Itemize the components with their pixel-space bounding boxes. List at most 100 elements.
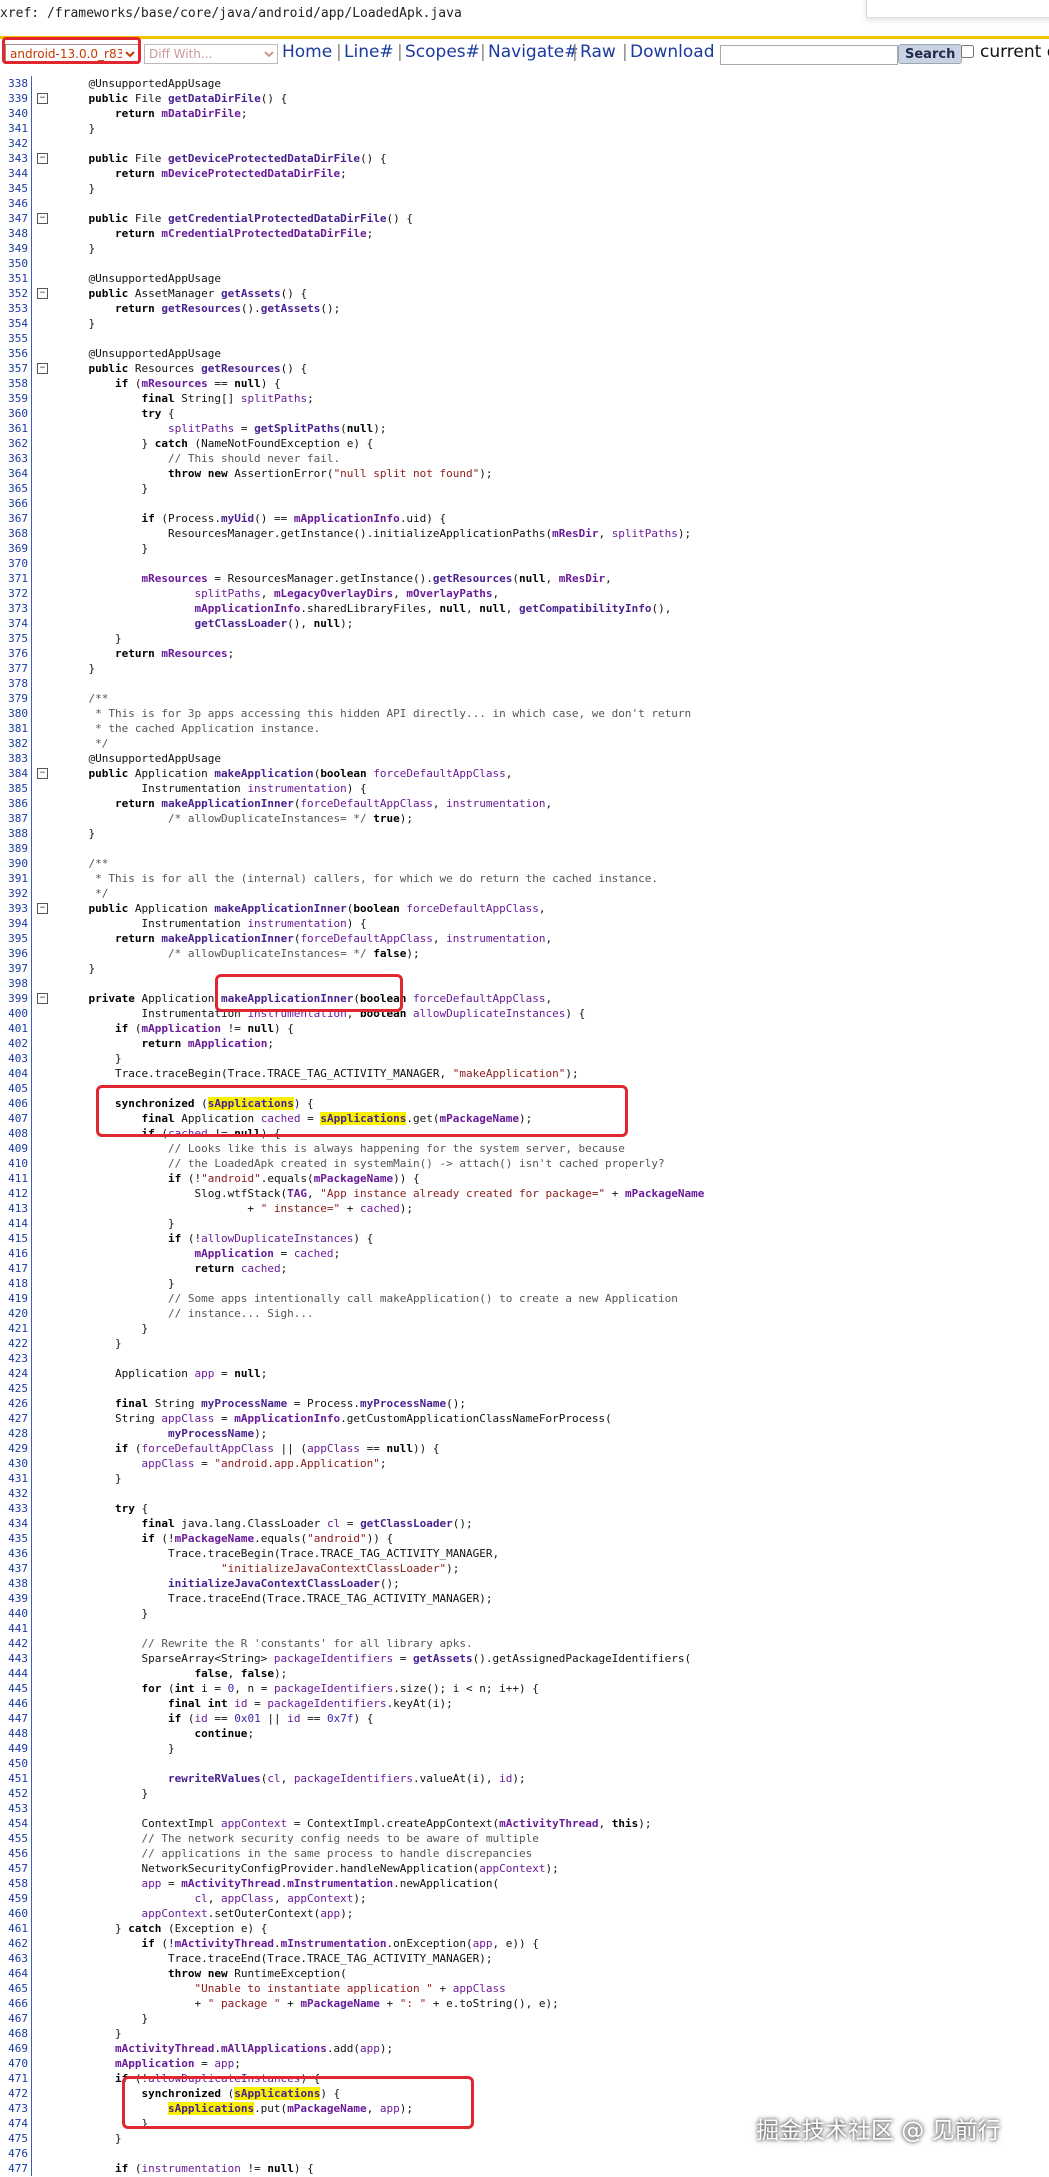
line-number[interactable]: 417	[0, 1261, 28, 1276]
line-number[interactable]: 374	[0, 616, 28, 631]
line-number[interactable]: 377	[0, 661, 28, 676]
line-number[interactable]: 462	[0, 1936, 28, 1951]
line-number[interactable]: 410	[0, 1156, 28, 1171]
line-number[interactable]: 421	[0, 1321, 28, 1336]
nav-link-raw[interactable]: Raw	[580, 42, 616, 62]
line-number[interactable]: 459	[0, 1891, 28, 1906]
line-number[interactable]: 383	[0, 751, 28, 766]
line-number[interactable]: 358	[0, 376, 28, 391]
line-number[interactable]: 369	[0, 541, 28, 556]
line-number[interactable]: 393	[0, 901, 28, 916]
line-number[interactable]: 367	[0, 511, 28, 526]
diff-with-select[interactable]: Diff With...	[144, 44, 278, 64]
line-number[interactable]: 454	[0, 1816, 28, 1831]
line-number[interactable]: 375	[0, 631, 28, 646]
line-number[interactable]: 425	[0, 1381, 28, 1396]
line-number[interactable]: 404	[0, 1066, 28, 1081]
line-number[interactable]: 422	[0, 1336, 28, 1351]
line-number[interactable]: 452	[0, 1786, 28, 1801]
line-number[interactable]: 338	[0, 76, 28, 91]
line-number[interactable]: 406	[0, 1096, 28, 1111]
line-number[interactable]: 390	[0, 856, 28, 871]
line-number[interactable]: 380	[0, 706, 28, 721]
line-number[interactable]: 342	[0, 136, 28, 151]
line-number[interactable]: 389	[0, 841, 28, 856]
line-number[interactable]: 416	[0, 1246, 28, 1261]
nav-link-navigate[interactable]: Navigate#	[488, 42, 579, 62]
line-number[interactable]: 470	[0, 2056, 28, 2071]
line-number[interactable]: 477	[0, 2161, 28, 2176]
line-number[interactable]: 340	[0, 106, 28, 121]
search-input[interactable]	[720, 45, 898, 65]
nav-link-home[interactable]: Home	[282, 42, 332, 62]
line-number[interactable]: 382	[0, 736, 28, 751]
line-number[interactable]: 458	[0, 1876, 28, 1891]
line-number[interactable]: 428	[0, 1426, 28, 1441]
line-number[interactable]: 392	[0, 886, 28, 901]
line-number[interactable]: 353	[0, 301, 28, 316]
line-number[interactable]: 423	[0, 1351, 28, 1366]
line-number[interactable]: 427	[0, 1411, 28, 1426]
line-number[interactable]: 430	[0, 1456, 28, 1471]
line-number[interactable]: 355	[0, 331, 28, 346]
line-number[interactable]: 341	[0, 121, 28, 136]
line-number[interactable]: 379	[0, 691, 28, 706]
line-number[interactable]: 444	[0, 1666, 28, 1681]
line-number[interactable]: 411	[0, 1171, 28, 1186]
line-number[interactable]: 420	[0, 1306, 28, 1321]
line-number[interactable]: 395	[0, 931, 28, 946]
line-number[interactable]: 403	[0, 1051, 28, 1066]
line-number[interactable]: 473	[0, 2101, 28, 2116]
line-number[interactable]: 418	[0, 1276, 28, 1291]
line-number[interactable]: 442	[0, 1636, 28, 1651]
line-number[interactable]: 402	[0, 1036, 28, 1051]
line-number[interactable]: 476	[0, 2146, 28, 2161]
line-number[interactable]: 429	[0, 1441, 28, 1456]
line-number[interactable]: 349	[0, 241, 28, 256]
search-button[interactable]: Search	[898, 44, 963, 64]
line-number[interactable]: 385	[0, 781, 28, 796]
line-number[interactable]: 471	[0, 2071, 28, 2086]
line-number[interactable]: 339	[0, 91, 28, 106]
line-number[interactable]: 396	[0, 946, 28, 961]
line-number[interactable]: 440	[0, 1606, 28, 1621]
line-number[interactable]: 443	[0, 1651, 28, 1666]
line-number[interactable]: 457	[0, 1861, 28, 1876]
line-number[interactable]: 426	[0, 1396, 28, 1411]
line-number[interactable]: 469	[0, 2041, 28, 2056]
line-number[interactable]: 414	[0, 1216, 28, 1231]
line-number[interactable]: 343	[0, 151, 28, 166]
line-number[interactable]: 365	[0, 481, 28, 496]
line-number[interactable]: 446	[0, 1696, 28, 1711]
nav-link-scopes[interactable]: Scopes#	[405, 42, 480, 62]
line-number[interactable]: 461	[0, 1921, 28, 1936]
line-number[interactable]: 357	[0, 361, 28, 376]
line-number[interactable]: 465	[0, 1981, 28, 1996]
line-number[interactable]: 435	[0, 1531, 28, 1546]
line-number[interactable]: 400	[0, 1006, 28, 1021]
line-number[interactable]: 397	[0, 961, 28, 976]
line-number[interactable]: 448	[0, 1726, 28, 1741]
line-number[interactable]: 475	[0, 2131, 28, 2146]
line-number[interactable]: 463	[0, 1951, 28, 1966]
line-number[interactable]: 439	[0, 1591, 28, 1606]
line-number[interactable]: 359	[0, 391, 28, 406]
current-directory-checkbox[interactable]	[961, 45, 974, 58]
line-number[interactable]: 378	[0, 676, 28, 691]
line-number[interactable]: 387	[0, 811, 28, 826]
line-number[interactable]: 447	[0, 1711, 28, 1726]
line-number[interactable]: 348	[0, 226, 28, 241]
line-number[interactable]: 409	[0, 1141, 28, 1156]
line-number[interactable]: 413	[0, 1201, 28, 1216]
line-number[interactable]: 432	[0, 1486, 28, 1501]
line-number[interactable]: 347	[0, 211, 28, 226]
line-number[interactable]: 344	[0, 166, 28, 181]
line-number[interactable]: 438	[0, 1576, 28, 1591]
line-number[interactable]: 373	[0, 601, 28, 616]
line-number[interactable]: 415	[0, 1231, 28, 1246]
line-number[interactable]: 362	[0, 436, 28, 451]
line-number[interactable]: 468	[0, 2026, 28, 2041]
line-number[interactable]: 361	[0, 421, 28, 436]
line-number[interactable]: 437	[0, 1561, 28, 1576]
line-number[interactable]: 363	[0, 451, 28, 466]
